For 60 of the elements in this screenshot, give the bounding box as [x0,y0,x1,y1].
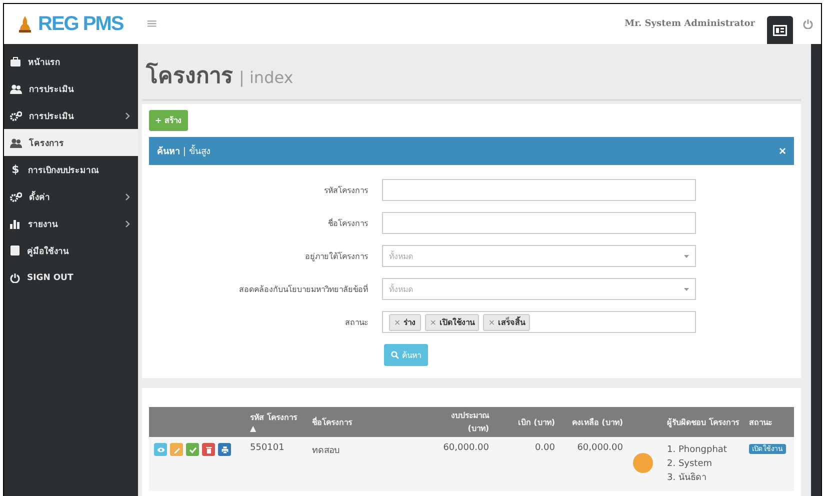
view-button[interactable] [154,443,167,456]
book-icon [10,245,20,256]
field-label: อยู่ภายใต้โครงการ [304,250,368,262]
eye-icon [156,446,164,454]
trash-icon [204,446,212,454]
owner-name: 2. System [667,458,714,471]
delete-button[interactable] [202,443,215,456]
status-tag[interactable]: × เปิดใช้งาน [424,314,480,330]
search-icon [391,351,399,359]
edit-button[interactable] [170,443,183,456]
printer-icon [220,446,228,454]
sidebar-item[interactable]: SIGN OUT [4,264,138,291]
profile-tab[interactable] [767,16,793,44]
field-label: สถานะ [344,316,368,328]
check-icon [188,446,196,454]
page-title: โครงการ [146,62,233,91]
print-button[interactable] [218,443,231,456]
panel-title: ค้นหา | ขั้นสูง [157,144,779,158]
app-logo: REG PMS [38,12,124,36]
owner-name: 1. Phongphat [667,444,728,457]
power-icon [10,272,20,282]
status-tag[interactable]: × เสร็จสิ้น [483,314,530,330]
sidebar-item[interactable]: การประเมิน [4,75,138,102]
sidebar-item[interactable]: การประเมิน [4,102,138,129]
table-cell: 0.00 [534,443,555,453]
sidebar-item[interactable]: คู่มือใช้งาน [4,237,138,264]
sidebar-item[interactable]: $ การเบิกงบประมาณ [4,156,138,183]
pencil-icon [172,446,180,454]
sidebar-item[interactable]: รายงาน [4,210,138,237]
users-icon [10,84,22,94]
table-cell: ทดสอบ [312,446,340,456]
close-button[interactable]: × [778,144,786,158]
page-subtitle: | index [239,68,294,87]
gears-icon [10,192,22,202]
sidebar-item[interactable]: โครงการ [4,129,138,156]
dollar-icon: $ [10,163,21,176]
bar-chart-icon [10,218,21,228]
sidebar-item[interactable]: หน้าแรก [4,48,138,75]
tag-field[interactable]: × ร่าง × เปิดใช้งาน × เสร็จสิ้น [382,311,696,333]
user-name: Mr. System Administrator [624,19,755,29]
field-label: รหัสโครงการ [323,184,368,196]
sidebar-item[interactable]: ตั้งค่า [4,183,138,210]
logo-icon [18,15,32,33]
briefcase-icon [10,56,21,66]
owner-name: 3. นันธิดา [667,472,708,485]
table-cell: 60,000.00 [443,443,489,453]
input-field[interactable] [382,179,696,201]
gears-icon [10,110,22,120]
id-card-icon [773,24,787,36]
caret-icon [684,288,689,290]
approve-button[interactable] [186,443,199,456]
table-cell: 550101 [250,443,284,453]
field-label: ชื่อโครงการ [327,217,368,230]
table-cell: 60,000.00 [577,443,623,453]
users-icon [10,138,22,148]
input-field[interactable] [382,212,696,234]
caret-icon [684,254,689,258]
status-tag[interactable]: × ร่าง [389,314,421,330]
power-icon[interactable] [803,19,813,29]
field-label: สอดคล้องกับนโยบายมหาวิทยาลัยข้อที่ [238,283,368,296]
